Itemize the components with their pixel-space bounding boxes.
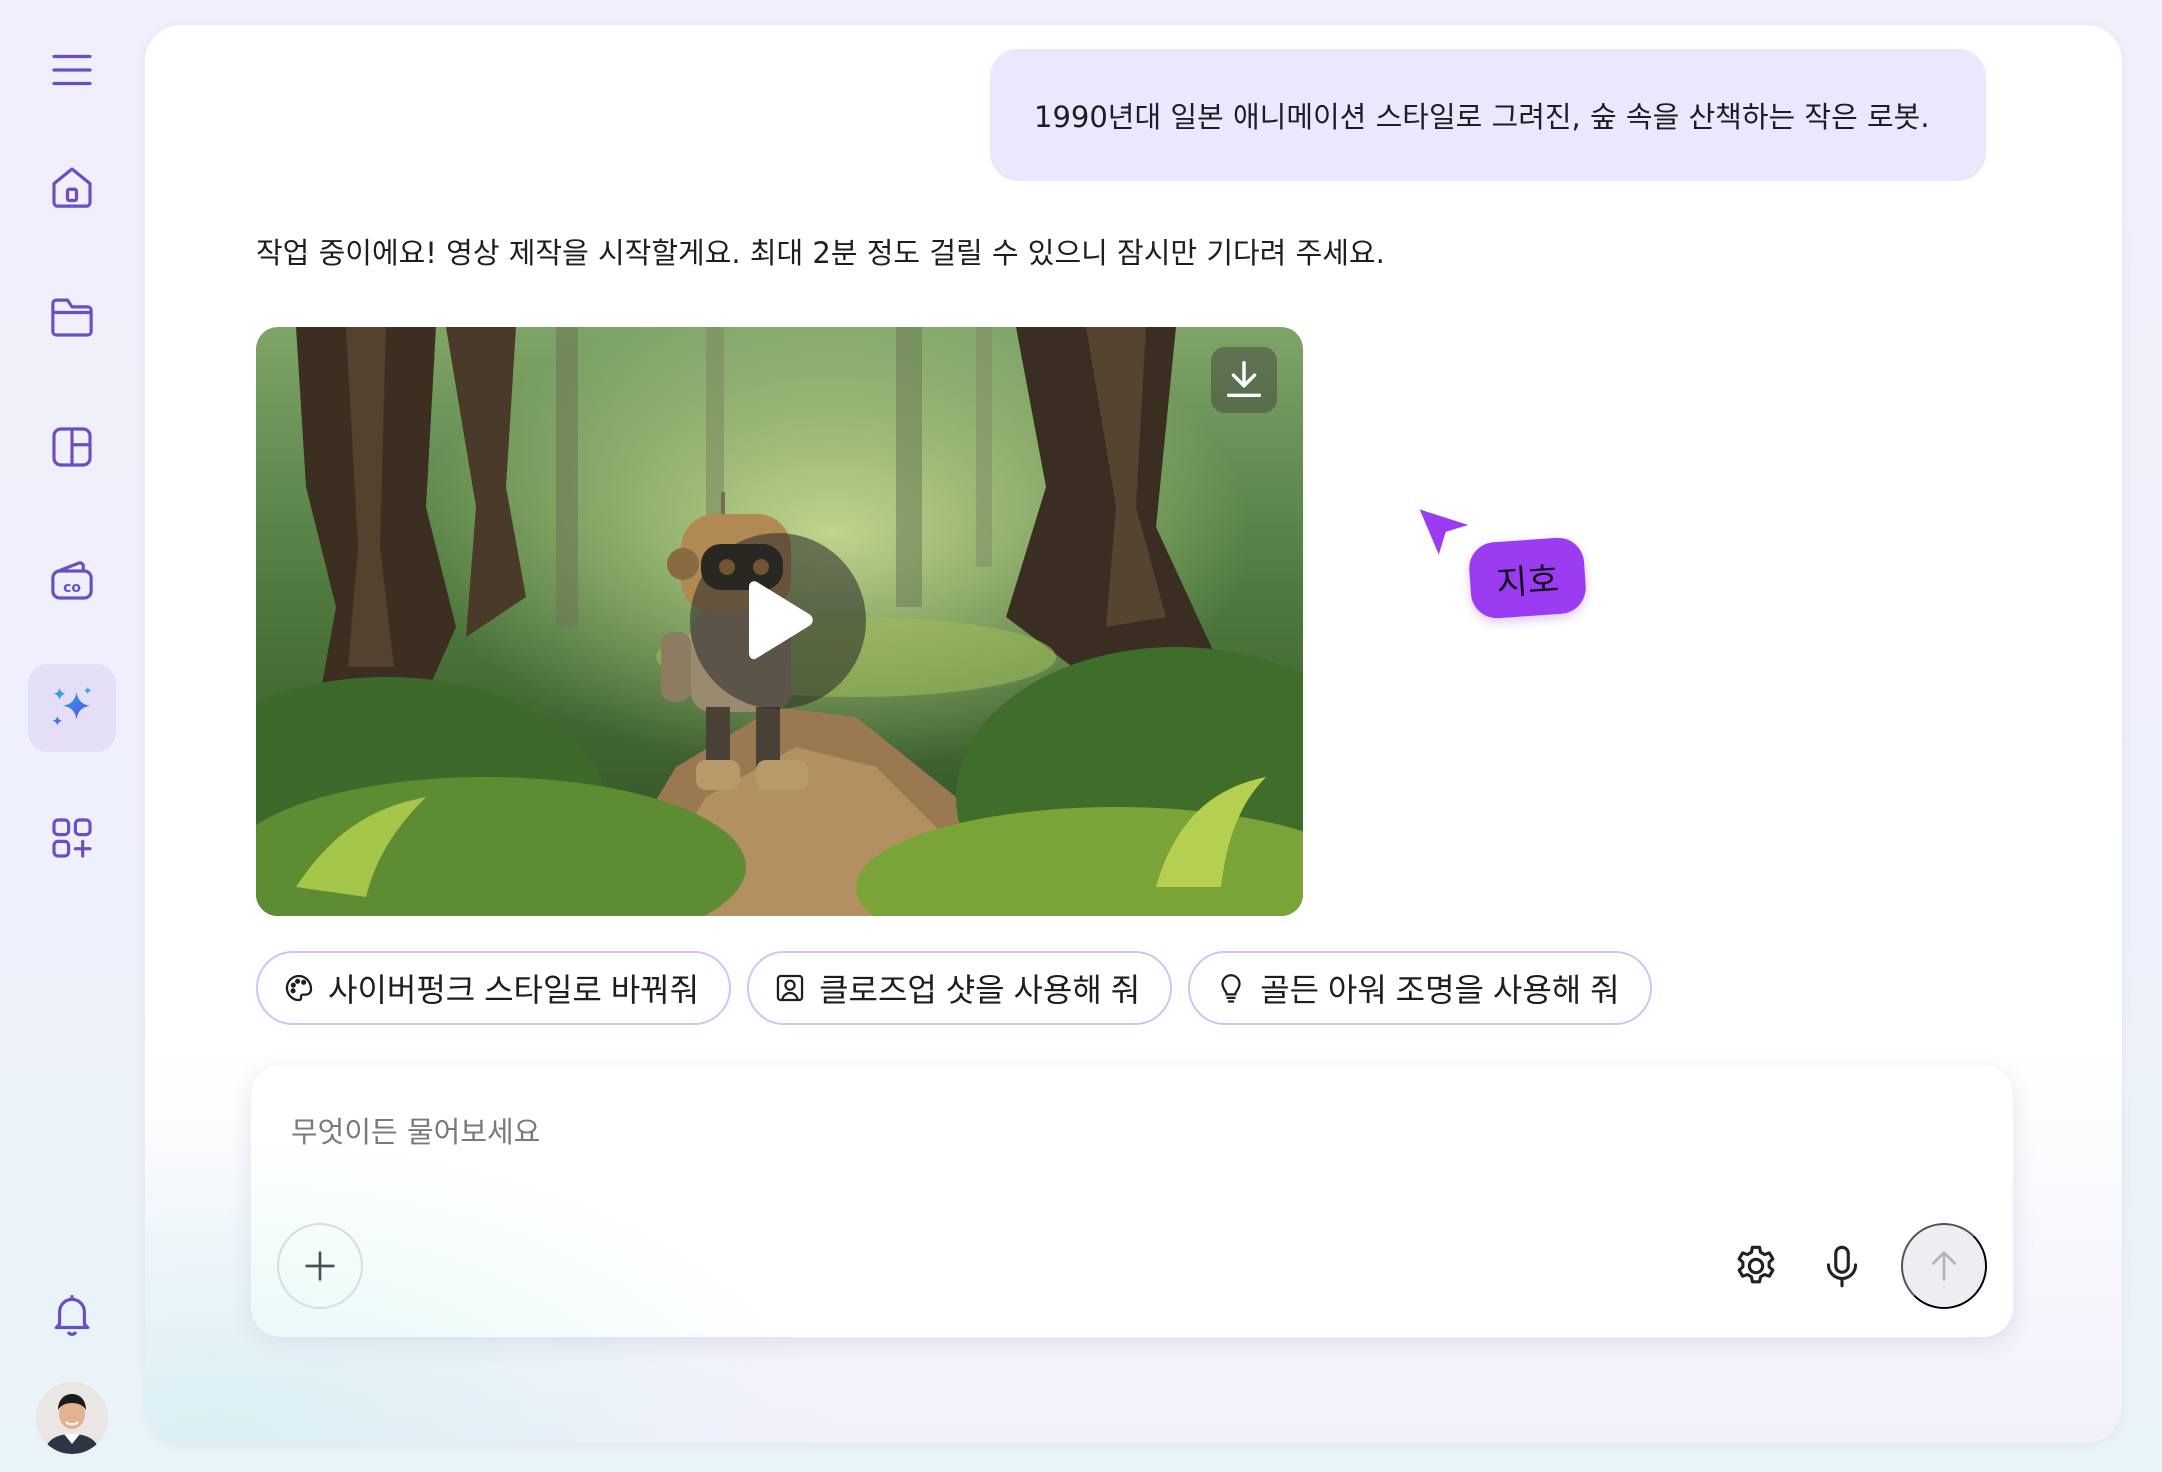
suggestion-chip-cyberpunk[interactable]: 사이버펑크 스타일로 바꿔줘 [256, 951, 732, 1025]
settings-button[interactable] [1717, 1227, 1795, 1305]
sidebar-item-folder[interactable] [28, 273, 116, 361]
layout-icon [52, 427, 92, 467]
sidebar-item-co[interactable]: co [28, 536, 116, 624]
play-icon [749, 581, 813, 660]
download-icon [1226, 361, 1262, 398]
sidebar: co [0, 0, 145, 1472]
message-composer [251, 1065, 2013, 1337]
menu-button[interactable] [28, 26, 116, 114]
suggestion-label: 클로즈업 샷을 사용해 줘 [819, 972, 1141, 1008]
microphone-icon [1826, 1245, 1858, 1288]
send-button[interactable] [1901, 1223, 1987, 1309]
video-player[interactable] [256, 327, 1303, 916]
profile-photo [36, 1382, 108, 1454]
add-attachment-button[interactable] [277, 1223, 363, 1309]
lightbulb-icon [1221, 974, 1241, 1003]
collaborator-cursor-icon [1415, 505, 1475, 561]
assistant-message: 작업 중이에요! 영상 제작을 시작할게요. 최대 2분 정도 걸릴 수 있으니… [256, 236, 1385, 270]
folder-icon [51, 298, 93, 337]
sidebar-item-ai[interactable] [28, 664, 116, 752]
palette-icon [285, 974, 313, 1002]
avatar[interactable] [36, 1382, 108, 1454]
suggestion-label: 사이버펑크 스타일로 바꿔줘 [328, 972, 700, 1008]
arrow-up-icon [1931, 1251, 1957, 1281]
user-message-text: 1990년대 일본 애니메이션 스타일로 그려진, 숲 속을 산책하는 작은 로… [1034, 100, 1930, 134]
message-input[interactable] [291, 1107, 1591, 1157]
chat-panel: 1990년대 일본 애니메이션 스타일로 그려진, 숲 속을 산책하는 작은 로… [145, 25, 2122, 1443]
suggestion-chip-golden-hour[interactable]: 골든 아워 조명을 사용해 줘 [1188, 951, 1652, 1025]
download-button[interactable] [1211, 347, 1277, 413]
svg-text:co: co [63, 580, 81, 596]
user-message: 1990년대 일본 애니메이션 스타일로 그려진, 숲 속을 산책하는 작은 로… [990, 49, 1986, 181]
apps-add-icon [52, 818, 92, 858]
co-wallet-icon: co [51, 561, 93, 600]
sidebar-item-home[interactable] [28, 143, 116, 231]
sidebar-item-layout[interactable] [28, 403, 116, 491]
collaborator-name-tag: 지호 [1467, 536, 1588, 620]
plus-icon [305, 1251, 335, 1281]
portrait-icon [776, 974, 804, 1002]
play-button[interactable] [690, 533, 866, 709]
suggestion-label: 골든 아워 조명을 사용해 줘 [1260, 972, 1620, 1008]
gear-icon [1737, 1245, 1775, 1284]
menu-icon [52, 54, 92, 86]
bell-icon [54, 1295, 90, 1336]
sparkle-icon [52, 686, 92, 726]
microphone-button[interactable] [1803, 1227, 1881, 1305]
notifications-button[interactable] [28, 1270, 116, 1358]
sidebar-item-apps[interactable] [28, 794, 116, 882]
home-icon [52, 167, 92, 208]
suggestion-chips: 사이버펑크 스타일로 바꿔줘 클로즈업 샷을 사용해 줘 골든 아워 조명을 사… [256, 951, 1652, 1025]
suggestion-chip-closeup[interactable]: 클로즈업 샷을 사용해 줘 [747, 951, 1173, 1025]
